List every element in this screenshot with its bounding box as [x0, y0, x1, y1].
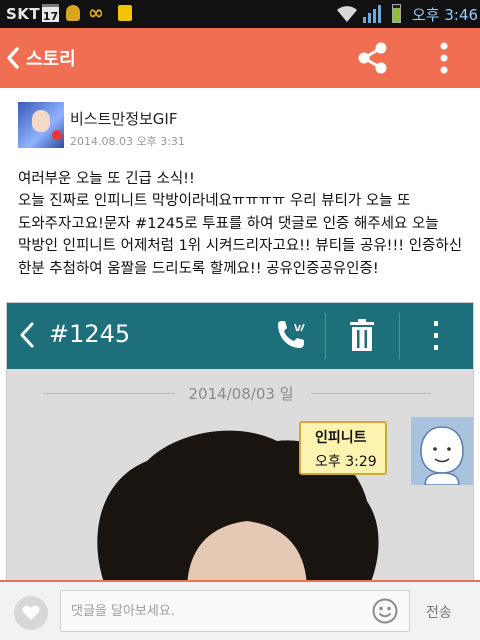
message-time: 오후 3:29 — [315, 454, 377, 470]
signal-icon — [363, 5, 381, 23]
more-vert-icon — [434, 321, 438, 350]
back-button[interactable]: 스토리 — [6, 42, 86, 74]
like-button[interactable] — [14, 596, 48, 630]
avatar-face — [32, 110, 50, 132]
post-line: 한분 추첨하여 움짤을 드리도록 할께요!! 공유인증공유인증! — [18, 260, 379, 277]
message-sender: 인피니트 — [315, 430, 367, 446]
send-button[interactable]: 전송 — [426, 602, 452, 622]
notification-icon — [66, 5, 80, 21]
divider — [399, 313, 400, 359]
post-line: 여러부운 오늘 또 긴급 소식!! — [18, 171, 195, 187]
embedded-messenger-bar: #1245 — [7, 303, 473, 369]
back-label: 스토리 — [26, 49, 76, 70]
comment-input[interactable] — [60, 590, 410, 632]
battery-icon — [392, 4, 401, 23]
more-vert-icon[interactable] — [432, 40, 456, 76]
post-line: 도와주자고요!문자 #1245로 투표를 하여 댓글로 인증 해주세요 오늘 — [18, 215, 439, 232]
status-bar: SKT 17 ∞ 오후 3:46 — [0, 0, 480, 28]
share-icon[interactable] — [356, 40, 390, 76]
memo-icon — [118, 5, 132, 21]
post-timestamp: 2014.08.03 오후 3:31 — [70, 135, 185, 148]
calendar-icon: 17 — [42, 4, 59, 23]
status-time: 오후 3:46 — [412, 6, 479, 24]
wifi-icon — [337, 6, 357, 22]
back-arrow-icon — [7, 47, 19, 69]
avatar-badge — [52, 130, 62, 140]
post-image[interactable]: #1245 2014/08/03 일 인피니트 오후 3:29 — [6, 302, 474, 582]
embedded-date: 2014/08/03 일 — [188, 385, 294, 403]
divider — [325, 313, 326, 359]
call-icon — [278, 321, 305, 348]
embedded-title: #1245 — [49, 320, 131, 348]
contact-avatar-icon — [411, 417, 473, 485]
infinity-icon: ∞ — [88, 2, 104, 24]
post-body: 여러부운 오늘 또 긴급 소식!! 오늘 진짜로 인피니트 막방이라네요ㅠㅠㅠㅠ… — [18, 168, 468, 280]
heart-icon — [22, 605, 40, 620]
app-header: 스토리 — [0, 28, 480, 88]
trash-icon — [350, 319, 374, 351]
carrier-label: SKT — [6, 5, 41, 23]
avatar[interactable] — [18, 102, 64, 148]
post-line: 막방인 인피니트 어제처럼 1위 시켜드리자고요!! 뷰티들 공유!!! 인증하… — [18, 238, 463, 255]
emoji-icon[interactable] — [372, 598, 398, 624]
back-arrow-icon — [20, 322, 34, 348]
author-name[interactable]: 비스트만정보GIF — [70, 108, 177, 129]
post-line: 오늘 진짜로 인피니트 막방이라네요ㅠㅠㅠㅠ 우리 뷰티가 오늘 또 — [18, 193, 411, 210]
message-bubble: 인피니트 오후 3:29 — [299, 421, 387, 475]
comment-bar: 전송 — [0, 580, 480, 640]
